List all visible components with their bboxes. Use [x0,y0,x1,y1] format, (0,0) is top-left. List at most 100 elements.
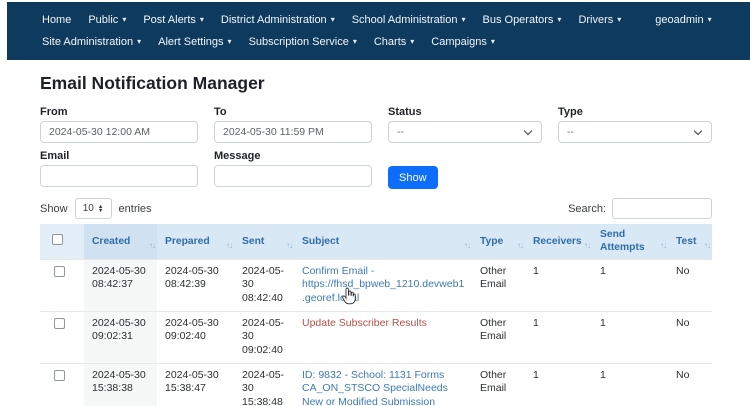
row-select-cell [40,363,84,406]
show-entries-label: Show [40,203,68,215]
type-cell: Other Email [472,311,525,363]
navbar-row-1: Home Public▾ Post Alerts▾ District Administ… [42,9,685,31]
message-field: Message [214,150,372,187]
to-label: To [214,106,372,118]
subject-link[interactable]: Update Subscriber Results [302,317,427,329]
status-select[interactable]: -- [388,121,542,143]
chevron-down-icon: ▾ [491,38,495,46]
row-checkbox[interactable] [54,318,65,329]
email-label: Email [40,150,198,162]
column-header-type[interactable]: Type↑↓ [472,224,525,259]
column-header-test[interactable]: Test↑↓ [668,224,712,259]
column-header-sent[interactable]: Sent↑↓ [234,224,294,259]
email-input[interactable] [40,165,198,187]
navbar-row-2: Site Administration▾Alert Settings▾Subsc… [42,31,685,53]
receivers-cell: 1 [525,363,592,406]
nav-item-bus-operators[interactable]: Bus Operators▾ [483,14,562,26]
sort-arrows-icon: ↑↓ [704,241,710,251]
to-input[interactable] [214,121,372,143]
nav-item-subscription-service[interactable]: Subscription Service▾ [249,36,357,48]
chevron-down-icon: ▾ [708,16,712,24]
chevron-down-icon: ▾ [331,16,335,24]
chevron-down-icon: ▾ [410,38,414,46]
nav-item-label: Alert Settings [158,36,223,48]
row-checkbox[interactable] [54,266,65,277]
type-field: Type -- [558,106,712,143]
table-header-row: Created↑↓Prepared↑↓Sent↑↓Subject↑↓Type↑↓… [40,224,712,259]
select-all-header-cell [40,224,84,259]
nav-item-post-alerts[interactable]: Post Alerts▾ [143,14,204,26]
column-header-receivers[interactable]: Receivers↑↓ [525,224,592,259]
receivers-cell: 1 [525,311,592,363]
entries-label: entries [119,203,152,215]
nav-item-drivers[interactable]: Drivers▾ [578,14,621,26]
navbar: Home Public▾ Post Alerts▾ District Administ… [7,2,750,60]
chevron-down-icon: ▾ [461,16,465,24]
main-content: Email Notification Manager From To Statu… [0,60,750,406]
table-row: 2024-05-30 09:02:312024-05-30 09:02:4020… [40,311,712,363]
notifications-table-wrapper: Created↑↓Prepared↑↓Sent↑↓Subject↑↓Type↑↓… [40,224,712,406]
sort-arrows-icon: ↑↓ [286,241,292,251]
nav-item-user-menu[interactable]: geoadmin ▾ [655,14,711,26]
sent-cell: 2024-05-30 15:38:48 [234,363,294,406]
from-field: From [40,106,198,143]
message-label: Message [214,150,372,162]
nav-item-alert-settings[interactable]: Alert Settings▾ [158,36,231,48]
nav-item-label: Campaigns [431,36,487,48]
column-header-prepared[interactable]: Prepared ↑↓ [157,224,234,259]
table-body: 2024-05-30 08:42:372024-05-30 08:42:3920… [40,259,712,406]
column-header-label: Receivers [533,236,582,247]
from-input[interactable] [40,121,198,143]
subject-link[interactable]: ID: 9832 - School: 1131 Forms CA_ON_STSC… [302,369,448,406]
nav-item-label: School Administration [352,14,458,26]
test-cell: No [668,363,712,406]
test-cell: No [668,259,712,311]
nav-item-campaigns[interactable]: Campaigns ▾ [431,36,495,48]
table-row: 2024-05-30 08:42:372024-05-30 08:42:3920… [40,259,712,311]
filter-row-2: Email Message Show [40,150,712,189]
status-label: Status [388,106,542,118]
column-header-send-attempts[interactable]: Send Attempts↑↓ [592,224,668,259]
nav-item-public[interactable]: Public▾ [88,14,126,26]
nav-item-label: District Administration [221,14,327,26]
type-select[interactable]: -- [558,121,712,143]
chevron-down-icon: ▾ [353,38,357,46]
prepared-cell: 2024-05-30 08:42:39 [157,259,234,311]
chevron-down-icon: ▾ [557,16,561,24]
nav-item-label: Bus Operators [483,14,554,26]
page-size-select[interactable]: 10 ▲▼ [75,198,112,219]
row-select-cell [40,259,84,311]
chevron-down-icon: ▾ [200,16,204,24]
nav-item-home[interactable]: Home [42,14,71,26]
nav-item-label: Charts [374,36,406,48]
status-field: Status -- [388,106,542,143]
column-header-subject[interactable]: Subject↑↓ [294,224,472,259]
type-cell: Other Email [472,363,525,406]
subject-cell: Confirm Email - https://fhsd_bpweb_1210.… [294,259,472,311]
chevron-down-icon: ▾ [137,38,141,46]
sort-arrows-icon: ↑↓ [584,241,590,251]
message-input[interactable] [214,165,372,187]
type-label: Type [558,106,712,118]
nav-item-charts[interactable]: Charts ▾ [374,36,414,48]
show-button[interactable]: Show [388,166,438,189]
chevron-down-icon [524,126,532,134]
column-header-label: Prepared [165,236,210,247]
nav-item-district-administration[interactable]: District Administration ▾ [221,14,335,26]
sort-arrows-icon: ↑↓ [226,241,232,251]
subject-link[interactable]: Confirm Email - https://fhsd_bpweb_1210.… [302,265,464,304]
select-all-checkbox[interactable] [52,234,63,245]
send-attempts-cell: 1 [592,363,668,406]
sort-arrows-icon: ↑↓ [149,241,155,251]
to-field: To [214,106,372,143]
column-header-label: Subject [302,236,339,247]
test-cell: No [668,311,712,363]
row-checkbox[interactable] [54,370,65,381]
nav-item-site-administration[interactable]: Site Administration▾ [42,36,141,48]
search-input[interactable] [612,198,712,219]
subject-cell: Update Subscriber Results [294,311,472,363]
from-label: From [40,106,198,118]
status-selected-value: -- [397,126,404,138]
column-header-created[interactable]: Created↑↓ [84,224,157,259]
nav-item-school-administration[interactable]: School Administration▾ [352,14,466,26]
